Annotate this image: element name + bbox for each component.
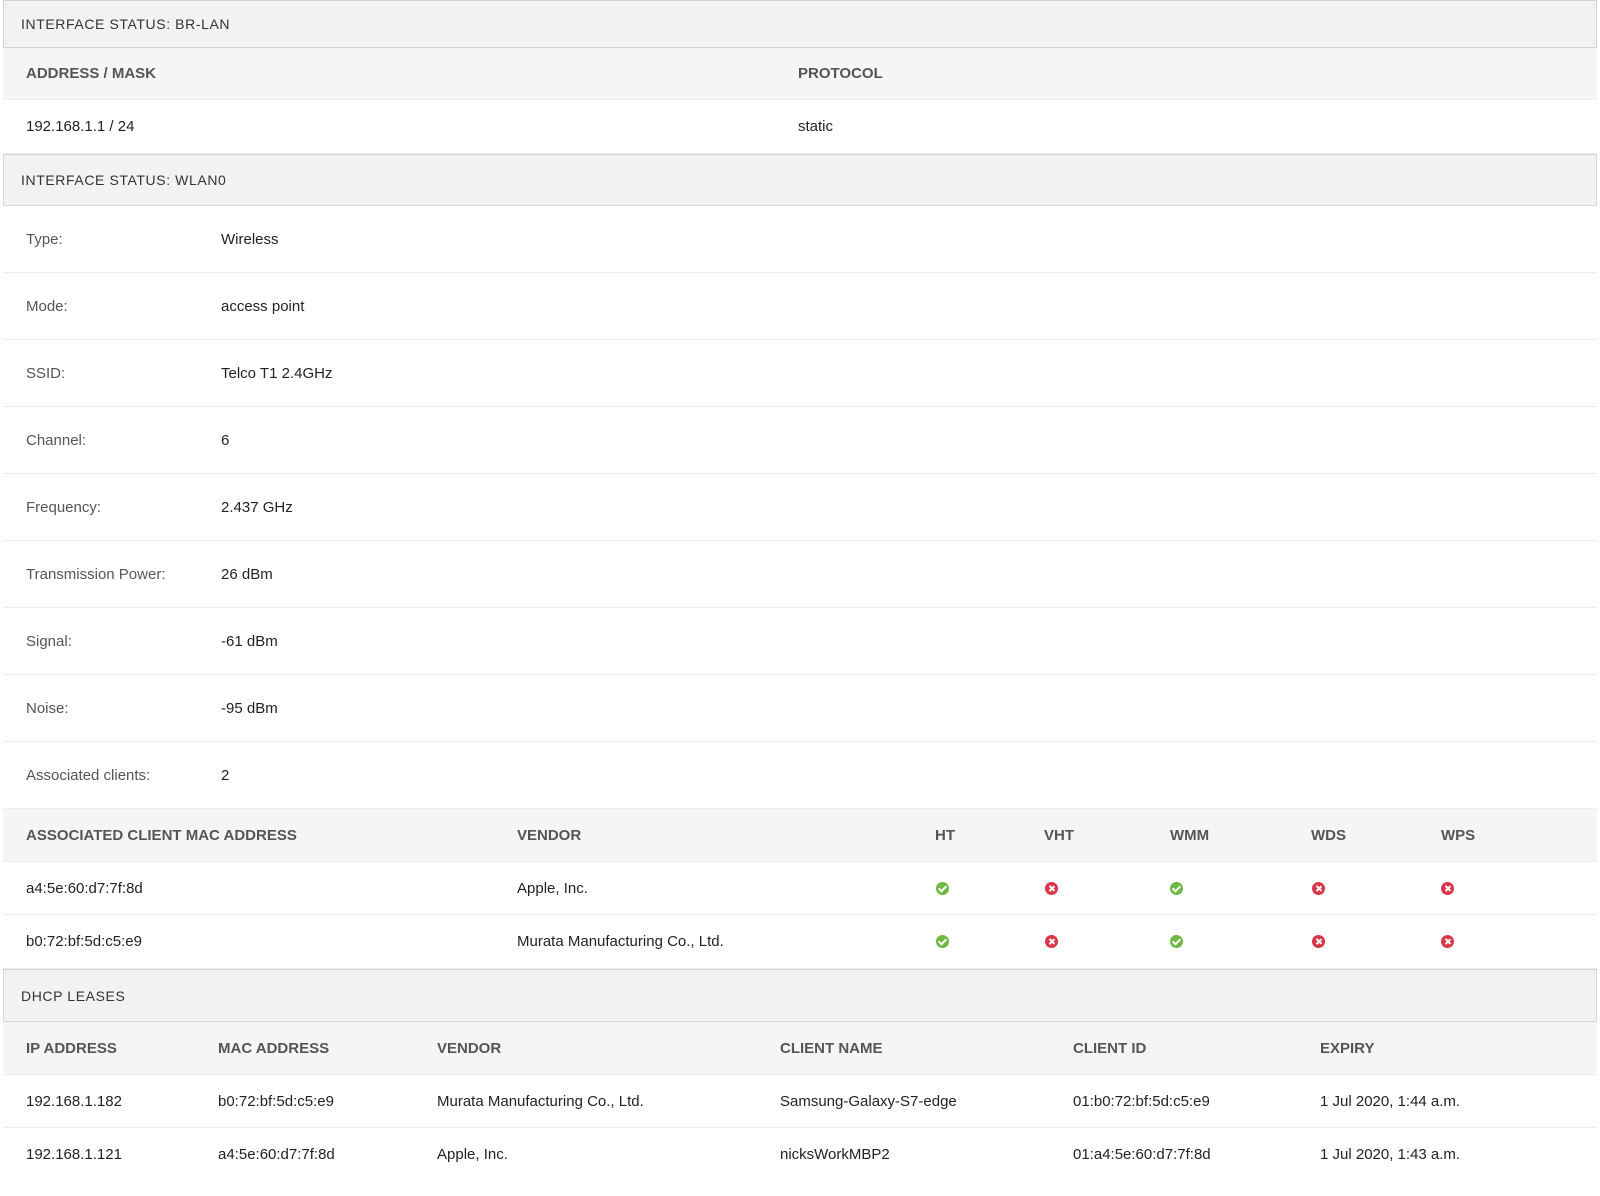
wlan0-section-header: INTERFACE STATUS: WLAN0: [3, 154, 1597, 206]
check-circle-icon: [936, 881, 949, 895]
field-value: 2.437 GHz: [221, 498, 293, 516]
check-circle-icon: [936, 935, 949, 948]
wlan0-fields: Type: Wireless Mode: access point SSID: …: [3, 206, 1597, 809]
br-lan-section-header: INTERFACE STATUS: BR-LAN: [3, 0, 1597, 48]
lease-vendor: Murata Manufacturing Co., Ltd.: [437, 1092, 644, 1110]
wlan0-title: INTERFACE STATUS: WLAN0: [21, 172, 227, 188]
dhcp-title: DHCP LEASES: [21, 987, 126, 1004]
field-value: -95 dBm: [221, 699, 278, 717]
lease-vendor: Apple, Inc.: [437, 1146, 508, 1163]
wmm-header: WMM: [1170, 826, 1210, 844]
br-lan-table-header: ADDRESS / MASK PROTOCOL: [3, 48, 1597, 100]
field-row-signal: Signal: -61 dBm: [3, 608, 1597, 675]
x-circle-icon: [1441, 881, 1454, 895]
status-page: INTERFACE STATUS: BR-LAN ADDRESS / MASK …: [3, 0, 1597, 1181]
dhcp-section-header: DHCP LEASES: [3, 969, 1597, 1022]
client-mac: a4:5e:60:d7:7f:8d: [26, 879, 143, 897]
lease-expiry: 1 Jul 2020, 1:44 a.m.: [1320, 1092, 1461, 1110]
field-row-noise: Noise: -95 dBm: [3, 675, 1597, 742]
field-value: access point: [221, 297, 305, 315]
lease-ip: 192.168.1.121: [26, 1146, 122, 1163]
client-name-header: CLIENT NAME: [780, 1039, 883, 1057]
field-row-tx-power: Transmission Power: 26 dBm: [3, 541, 1597, 608]
field-row-frequency: Frequency: 2.437 GHz: [3, 474, 1597, 541]
ip-address-header: IP ADDRESS: [26, 1039, 117, 1057]
x-circle-icon: [1045, 881, 1058, 895]
lease-ip: 192.168.1.182: [26, 1092, 122, 1110]
lease-row: 192.168.1.121 a4:5e:60:d7:7f:8d Apple, I…: [3, 1128, 1597, 1181]
lease-client-name: nicksWorkMBP2: [780, 1146, 890, 1163]
br-lan-row: 192.168.1.1 / 24 static: [3, 100, 1597, 154]
lease-client-id: 01:b0:72:bf:5d:c5:e9: [1073, 1092, 1210, 1110]
dhcp-table-header: IP ADDRESS MAC ADDRESS VENDOR CLIENT NAM…: [3, 1022, 1597, 1075]
client-mac: b0:72:bf:5d:c5:e9: [26, 933, 142, 950]
clients-table-header: ASSOCIATED CLIENT MAC ADDRESS VENDOR HT …: [3, 809, 1597, 862]
field-value: 2: [221, 766, 230, 784]
field-value: 6: [221, 431, 230, 449]
lease-mac: a4:5e:60:d7:7f:8d: [218, 1146, 335, 1163]
expiry-header: EXPIRY: [1320, 1039, 1375, 1057]
field-label: Type:: [26, 230, 63, 248]
x-circle-icon: [1441, 935, 1454, 948]
field-label: SSID:: [26, 364, 66, 382]
client-row: a4:5e:60:d7:7f:8d Apple, Inc.: [3, 862, 1597, 915]
client-vendor: Apple, Inc.: [517, 879, 588, 897]
field-label: Associated clients:: [26, 766, 151, 784]
field-value: Wireless: [221, 230, 279, 248]
wds-header: WDS: [1311, 826, 1346, 844]
dhcp-vendor-header: VENDOR: [437, 1039, 502, 1057]
field-label: Noise:: [26, 699, 69, 717]
client-mac-header: ASSOCIATED CLIENT MAC ADDRESS: [26, 826, 297, 844]
protocol-header: PROTOCOL: [798, 65, 883, 82]
field-value: 26 dBm: [221, 565, 273, 583]
field-row-associated-clients: Associated clients: 2: [3, 742, 1597, 809]
client-row: b0:72:bf:5d:c5:e9 Murata Manufacturing C…: [3, 915, 1597, 969]
lease-row: 192.168.1.182 b0:72:bf:5d:c5:e9 Murata M…: [3, 1075, 1597, 1128]
address-mask-value: 192.168.1.1 / 24: [26, 118, 135, 135]
ht-header: HT: [935, 826, 955, 844]
client-id-header: CLIENT ID: [1073, 1039, 1147, 1057]
field-row-channel: Channel: 6: [3, 407, 1597, 474]
br-lan-title: INTERFACE STATUS: BR-LAN: [21, 16, 231, 32]
field-label: Transmission Power:: [26, 565, 166, 583]
protocol-value: static: [798, 118, 834, 135]
check-circle-icon: [1170, 881, 1183, 895]
field-value: -61 dBm: [221, 632, 278, 650]
field-row-mode: Mode: access point: [3, 273, 1597, 340]
lease-mac: b0:72:bf:5d:c5:e9: [218, 1092, 334, 1110]
mac-address-header: MAC ADDRESS: [218, 1039, 330, 1057]
field-label: Mode:: [26, 297, 68, 315]
lease-expiry: 1 Jul 2020, 1:43 a.m.: [1320, 1146, 1461, 1163]
lease-client-name: Samsung-Galaxy-S7-edge: [780, 1092, 957, 1110]
client-vendor: Murata Manufacturing Co., Ltd.: [517, 933, 724, 950]
check-circle-icon: [1170, 935, 1183, 948]
client-vendor-header: VENDOR: [517, 826, 582, 844]
field-label: Signal:: [26, 632, 72, 650]
field-label: Frequency:: [26, 498, 102, 516]
field-value: Telco T1 2.4GHz: [221, 364, 333, 382]
field-label: Channel:: [26, 431, 87, 449]
x-circle-icon: [1312, 935, 1325, 948]
vht-header: VHT: [1044, 826, 1074, 844]
lease-client-id: 01:a4:5e:60:d7:7f:8d: [1073, 1146, 1211, 1163]
field-row-ssid: SSID: Telco T1 2.4GHz: [3, 340, 1597, 407]
address-mask-header: ADDRESS / MASK: [26, 65, 157, 82]
x-circle-icon: [1312, 881, 1325, 895]
wps-header: WPS: [1441, 826, 1476, 844]
x-circle-icon: [1045, 935, 1058, 948]
field-row-type: Type: Wireless: [3, 206, 1597, 273]
